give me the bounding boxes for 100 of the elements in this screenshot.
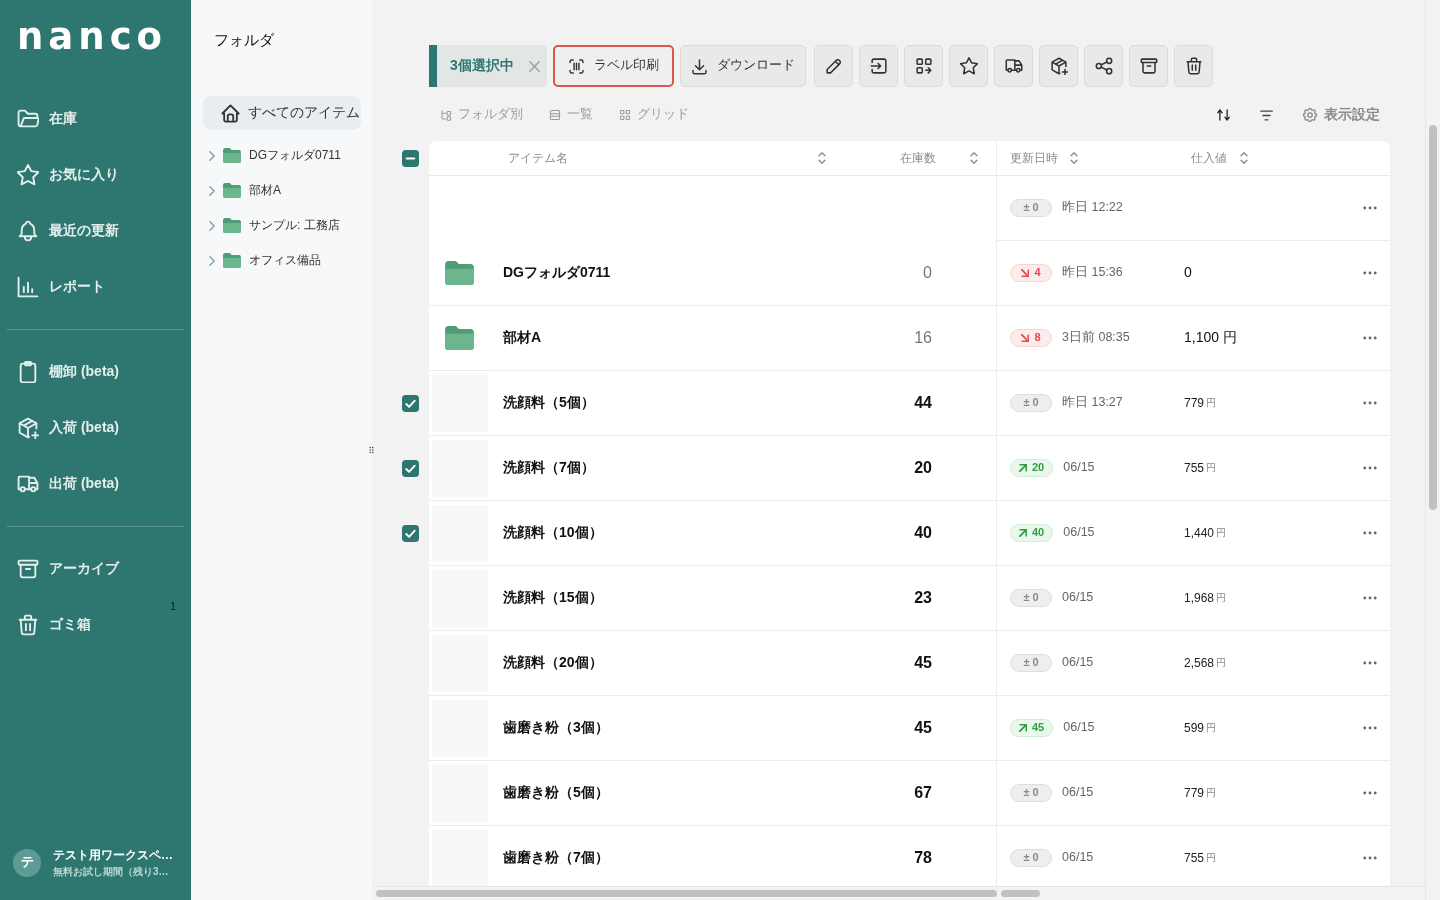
barcode-scan-icon [568,57,585,75]
sidebar-item[interactable]: 最近の更新 [0,203,191,259]
sidebar-item[interactable]: ゴミ箱 1 [0,597,191,653]
table-row[interactable]: 洗顔料（20個） 45 ± 0 06/15 2,568 円 [429,631,1390,696]
folder-icon [445,261,474,285]
workspace-name[interactable]: テスト用ワークスペ… [53,846,173,864]
table-row[interactable]: 洗顔料（15個） 23 ± 0 06/15 1,968 円 [429,566,1390,631]
change-value: ± 0 [1023,395,1039,411]
resize-handle-icon[interactable] [369,446,374,454]
gear-icon [1303,108,1317,122]
qr-code-button[interactable] [904,45,943,87]
folder-icon [445,326,474,350]
more-icon [1363,856,1377,860]
sort-chevrons-icon [1240,152,1248,164]
table-row[interactable]: 洗顔料（7個） 20 20 06/15 755 円 [429,436,1390,501]
favorite-button[interactable] [949,45,988,87]
sidebar-item[interactable]: レポート [0,259,191,315]
archive-button[interactable] [1129,45,1168,87]
more-icon [1363,336,1377,340]
more-icon [1363,661,1377,665]
currency-unit: 円 [1206,396,1217,410]
folder-icon [17,108,39,130]
item-name[interactable]: DGフォルダ0711 [503,263,611,283]
sidebar-item[interactable]: 在庫 [0,91,191,147]
table-row[interactable]: 歯磨き粉（3個） 45 45 06/15 599 円 [429,696,1390,761]
list-icon [549,109,561,121]
table-row[interactable]: 洗顔料（5個） 44 ± 0 昨日 13:27 779 円 [429,371,1390,436]
price-value: 755 [1184,459,1205,477]
squares-arrow-icon [914,57,933,75]
tree-item[interactable]: オフィス備品 [203,243,361,278]
arrow-up-right-icon [1019,724,1027,732]
sidebar-item[interactable]: 入荷 (beta) [0,400,191,456]
row-checkbox[interactable] [402,395,419,412]
item-name[interactable]: 洗顔料（15個） [503,588,603,608]
scrollbar-thumb[interactable] [1429,125,1437,510]
stock-count: 40 [914,522,932,543]
item-name[interactable]: 洗顔料（20個） [503,653,603,673]
filter-button[interactable] [1260,109,1273,121]
select-all-checkbox[interactable] [402,150,419,167]
table-row[interactable]: DGフォルダ0711 0 4 昨日 15:36 0 [429,241,1390,306]
item-name[interactable]: 歯磨き粉（5個） [503,783,609,803]
sort-arrows-icon [1217,108,1230,122]
table-row[interactable]: 部材A 16 8 3日前 08:35 1,100 円 [429,306,1390,371]
truck-button[interactable] [994,45,1033,87]
scrollbar-thumb[interactable] [376,890,997,897]
row-checkbox[interactable] [402,460,419,477]
item-name[interactable]: 洗顔料（10個） [503,523,603,543]
sidebar-item[interactable]: アーカイブ [0,541,191,597]
updated-time: 06/15 [1063,524,1095,542]
panel-title: フォルダ [213,30,275,50]
item-count: 1 [169,600,176,613]
column-header[interactable]: 更新日時 [997,141,1180,175]
bar-chart-icon [17,276,39,298]
column-header[interactable]: 仕入値 [1180,141,1350,175]
delete-button[interactable] [1174,45,1213,87]
stock-count: 16 [914,327,932,348]
tree-item[interactable]: サンプル: 工務店 [203,208,361,243]
item-name[interactable]: 洗顔料（7個） [503,458,595,478]
more-icon [1363,726,1377,730]
item-name[interactable]: 部材A [503,328,542,348]
table-row[interactable]: 洗顔料（10個） 40 40 06/15 1,440 円 [429,501,1390,566]
share-button[interactable] [1084,45,1123,87]
grid-icon [619,109,631,121]
item-name[interactable]: 洗顔料（5個） [503,393,595,413]
column-header[interactable]: 在庫数 [840,141,997,175]
item-name[interactable]: 歯磨き粉（3個） [503,718,609,738]
column-header[interactable]: アイテム名 [490,141,840,175]
label-print-button[interactable]: ラベル印刷 [553,45,674,87]
price-value: 779 [1184,394,1205,412]
truck-icon [17,473,39,495]
currency-unit: 円 [1206,786,1217,800]
sidebar-item[interactable]: 出荷 (beta) [0,456,191,512]
price-value: 779 [1184,784,1205,802]
edit-button[interactable] [814,45,853,87]
currency-unit: 円 [1223,328,1238,348]
move-button[interactable] [859,45,898,87]
arrow-down-right-icon [1021,334,1030,342]
change-value: 4 [1034,265,1041,281]
tree-item[interactable]: すべてのアイテム [203,96,361,130]
box-button[interactable] [1039,45,1078,87]
more-icon [1363,531,1377,535]
sidebar-item[interactable]: お気に入り [0,147,191,203]
change-value: ± 0 [1023,785,1039,801]
sort-chevrons-icon [970,152,978,164]
currency-unit: 円 [1216,656,1227,670]
more-icon [1363,596,1377,600]
avatar: テ [13,848,41,877]
price-value: 0 [1184,263,1192,283]
updated-time: 06/15 [1062,849,1094,867]
row-checkbox[interactable] [402,525,419,542]
trash-icon [17,614,39,636]
table-row[interactable]: 歯磨き粉（5個） 67 ± 0 06/15 779 円 [429,761,1390,826]
sort-button[interactable] [1217,108,1230,122]
sidebar-item[interactable]: 棚卸 (beta) [0,344,191,400]
tree-item[interactable]: DGフォルダ0711 [203,138,361,173]
scrollbar-thumb[interactable] [1001,890,1040,897]
item-name[interactable]: 歯磨き粉（7個） [503,848,609,868]
tree-item[interactable]: 部材A [203,173,361,208]
download-button[interactable]: ダウンロード [680,45,806,87]
download-icon [691,57,708,75]
